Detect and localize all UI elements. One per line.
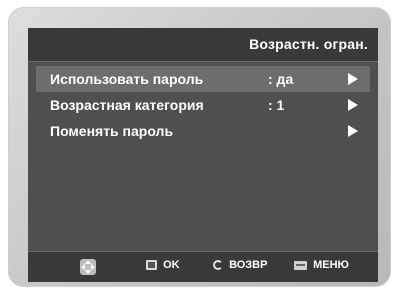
title-bar: Возрастн. огран. [28, 28, 378, 62]
menu-item-change-password[interactable]: Поменять пароль [36, 118, 370, 144]
play-right-icon [348, 99, 358, 111]
menu-icon [294, 260, 307, 270]
menu-item-label: Возрастная категория [50, 97, 204, 113]
menu-item-use-password[interactable]: Использовать пароль : да [36, 66, 370, 92]
menu-item-label: Использовать пароль [50, 71, 204, 87]
menu-item-label: Поменять пароль [50, 123, 174, 139]
back-label: ВОЗВР [229, 259, 268, 272]
menu-item-value: : 1 [268, 97, 285, 113]
button-guide-bar: OK ВОЗВР МЕНЮ [28, 251, 378, 282]
ok-label: OK [163, 259, 180, 272]
guide-move [80, 259, 96, 275]
osd-screen: Возрастн. огран. Использовать пароль : д… [28, 28, 378, 282]
play-right-icon [348, 125, 358, 137]
guide-ok[interactable]: OK [146, 259, 180, 275]
menu-label: МЕНЮ [313, 259, 349, 272]
play-right-icon [348, 73, 358, 85]
menu-item-value: : да [268, 71, 294, 87]
dpad-icon [80, 259, 96, 275]
guide-menu[interactable]: МЕНЮ [294, 259, 349, 275]
settings-menu: Использовать пароль : да Возрастная кате… [28, 66, 378, 144]
return-icon [213, 260, 223, 271]
page-title: Возрастн. огран. [249, 36, 368, 52]
menu-item-age-category[interactable]: Возрастная категория : 1 [36, 92, 370, 118]
enter-icon [146, 260, 157, 271]
guide-back[interactable]: ВОЗВР [213, 259, 267, 275]
